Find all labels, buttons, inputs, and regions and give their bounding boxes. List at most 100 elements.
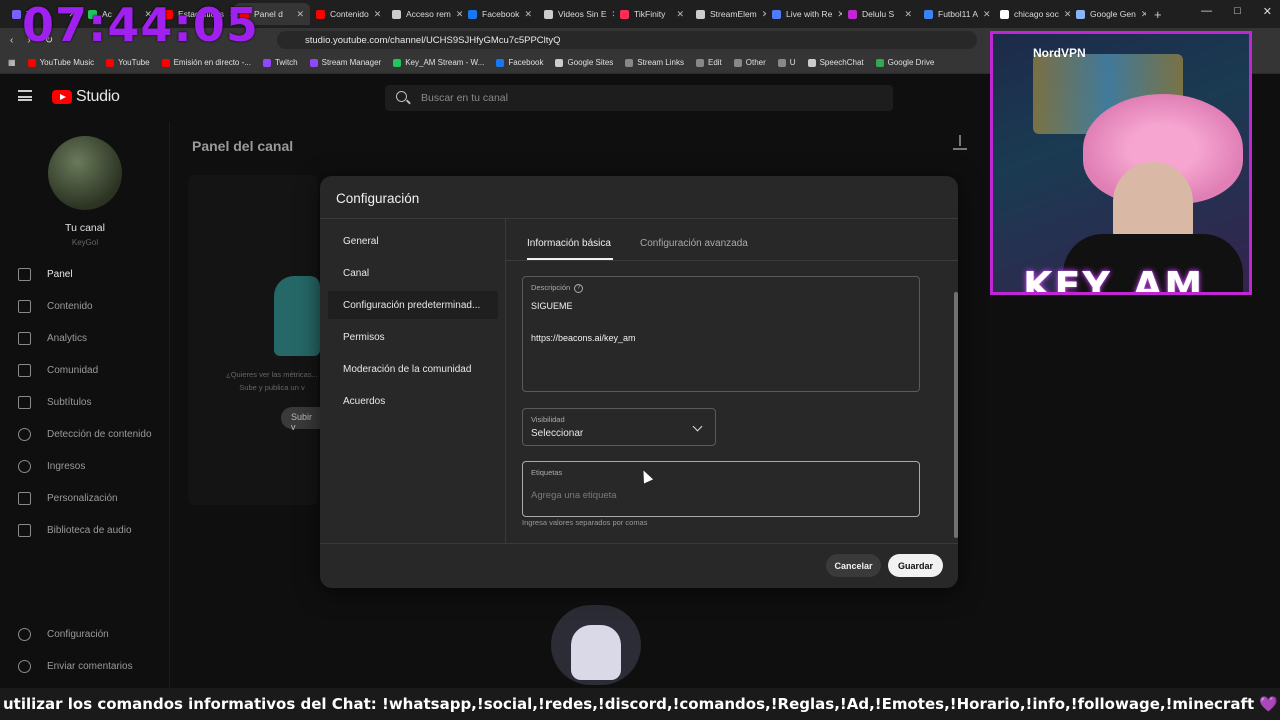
sidebar-item-label: Detección de contenido — [47, 428, 152, 440]
bookmark-icon — [807, 58, 816, 67]
bookmark-icon — [625, 58, 634, 67]
browser-tab[interactable]: Facebook ✕ — [462, 3, 538, 25]
new-tab-button[interactable]: + — [1146, 7, 1170, 22]
tab-advanced[interactable]: Configuración avanzada — [640, 238, 748, 249]
maximize-icon[interactable]: □ — [1234, 5, 1241, 18]
favicon-icon — [924, 9, 933, 19]
help-icon[interactable]: ? — [574, 283, 584, 293]
bookmark-item[interactable]: Emisión en directo -... — [161, 58, 251, 67]
bookmark-item[interactable]: YouTube Music — [27, 58, 94, 67]
settings-nav-item[interactable]: Permisos — [328, 323, 498, 351]
browser-tab[interactable]: StreamElem ✕ — [690, 3, 766, 25]
sidebar-item[interactable]: Configuración — [0, 620, 170, 648]
bookmark-list: YouTube Music YouTube Emisión en directo -… — [27, 58, 934, 67]
browser-tab[interactable]: Videos Sin E✕ — [538, 3, 614, 25]
bookmark-item[interactable]: Stream Links — [625, 58, 684, 67]
browser-tab[interactable]: Google Gen ✕ — [1070, 3, 1146, 25]
divider — [506, 260, 958, 261]
sidebar-item[interactable]: Analytics — [0, 324, 170, 352]
grid-icon — [18, 267, 31, 281]
sidebar-item[interactable]: Biblioteca de audio — [0, 516, 170, 544]
feedback-icon — [18, 659, 31, 673]
bookmark-icon — [27, 58, 36, 67]
search-placeholder: Buscar en tu canal — [421, 92, 508, 104]
bookmark-item[interactable]: Google Drive — [875, 58, 934, 67]
settings-nav-item[interactable]: Acuerdos — [328, 387, 498, 415]
close-tab-icon[interactable]: ✕ — [676, 9, 684, 20]
bookmark-label: Google Sites — [567, 58, 614, 67]
bookmark-item[interactable]: SpeechChat — [807, 58, 864, 67]
tab-basic-info[interactable]: Información básica — [527, 238, 611, 249]
sidebar-item[interactable]: Panel — [0, 260, 170, 288]
close-tab-icon[interactable]: ✕ — [524, 9, 532, 20]
scrollbar[interactable] — [954, 292, 958, 538]
tab-label: Facebook — [482, 9, 520, 19]
sidebar-item-label: Analytics — [47, 332, 88, 344]
sidebar-item[interactable]: Contenido — [0, 292, 170, 320]
sidebar-item[interactable]: Comunidad — [0, 356, 170, 384]
close-tab-icon[interactable]: ✕ — [374, 9, 382, 20]
close-tab-icon[interactable]: ✕ — [904, 9, 912, 20]
mascot-image — [551, 605, 641, 685]
upload-icon[interactable] — [953, 134, 967, 150]
settings-nav-item[interactable]: Canal — [328, 259, 498, 287]
close-window-icon[interactable]: ✕ — [1263, 5, 1272, 18]
bookmark-item[interactable]: U — [777, 58, 796, 67]
sidebar-item[interactable]: Enviar comentarios — [0, 652, 170, 680]
bookmark-label: U — [789, 58, 796, 67]
browser-tab[interactable]: Acceso rem ✕ — [386, 3, 462, 25]
visibility-select[interactable]: Visibilidad Seleccionar — [522, 408, 716, 446]
bookmark-item[interactable]: Facebook — [496, 58, 543, 67]
channel-handle: KeyGol — [71, 238, 99, 247]
settings-nav-item[interactable]: Moderación de la comunidad — [328, 355, 498, 383]
save-button[interactable]: Guardar — [888, 554, 943, 577]
bookmark-item[interactable]: Key_AM Stream - W... — [393, 58, 484, 67]
sidebar-item[interactable]: Subtítulos — [0, 388, 170, 416]
favicon-icon — [848, 9, 857, 19]
browser-tab[interactable]: Futbol11 A ✕ — [918, 3, 994, 25]
browser-tab[interactable]: Delulu S ✕ — [842, 3, 918, 25]
subtitles-icon — [18, 395, 31, 409]
tab-label: Contenido — [330, 9, 369, 19]
sidebar-item[interactable]: Personalización — [0, 484, 170, 512]
apps-icon[interactable]: ▦ — [8, 58, 16, 67]
browser-tab[interactable]: chicago soc ✕ — [994, 3, 1070, 25]
search-icon — [396, 91, 407, 102]
close-tab-icon[interactable]: ✕ — [296, 9, 304, 20]
sidebar-item-label: Personalización — [47, 492, 118, 504]
bookmark-item[interactable]: Edit — [695, 58, 722, 67]
bookmark-item[interactable]: Stream Manager — [309, 58, 381, 67]
sidebar-item[interactable]: Detección de contenido — [0, 420, 170, 448]
upload-video-button[interactable]: Subir v — [281, 407, 321, 432]
close-tab-icon[interactable]: ✕ — [983, 9, 991, 20]
menu-icon[interactable] — [18, 90, 32, 101]
bookmark-item[interactable]: Other — [733, 58, 766, 67]
bookmark-item[interactable]: YouTube — [106, 58, 150, 67]
tags-field[interactable]: Etiquetas Agrega una etiqueta — [522, 461, 920, 517]
bookmark-item[interactable]: Twitch — [262, 58, 298, 67]
tab-label: Delulu S — [862, 9, 895, 19]
settings-nav-item[interactable]: General — [328, 227, 498, 255]
sidebar-item-label: Enviar comentarios — [47, 660, 133, 672]
description-field[interactable]: Descripción? SIGUEME https://beacons.ai/… — [522, 276, 920, 392]
tab-label: chicago soc — [1014, 9, 1059, 19]
channel-avatar[interactable] — [48, 136, 122, 210]
settings-nav-item[interactable]: Configuración predeterminad... — [328, 291, 498, 319]
bookmark-icon — [555, 58, 564, 67]
browser-tab[interactable]: Live with Re ✕ — [766, 3, 842, 25]
card-hint-text: ¿Quieres ver las métricas... Sube y publ… — [226, 370, 318, 392]
cancel-button[interactable]: Cancelar — [826, 554, 881, 577]
bookmark-item[interactable]: Google Sites — [555, 58, 613, 67]
youtube-logo-icon — [52, 90, 72, 104]
browser-tab[interactable]: Contenido ✕ — [310, 3, 386, 25]
sidebar-item[interactable]: Ingresos — [0, 452, 170, 480]
studio-logo[interactable]: Studio — [52, 88, 120, 106]
sidebar-item-label: Ingresos — [47, 460, 86, 472]
minimize-icon[interactable]: — — [1201, 5, 1212, 18]
back-icon[interactable]: ‹ — [10, 35, 13, 46]
url-field[interactable]: studio.youtube.com/channel/UCHS9SJHfyGMc… — [277, 31, 977, 49]
favicon-icon — [468, 9, 477, 19]
browser-tab[interactable]: TikFinity ✕ — [614, 3, 690, 25]
search-input[interactable]: Buscar en tu canal — [385, 85, 893, 111]
tab-label: TikFinity — [634, 9, 666, 19]
